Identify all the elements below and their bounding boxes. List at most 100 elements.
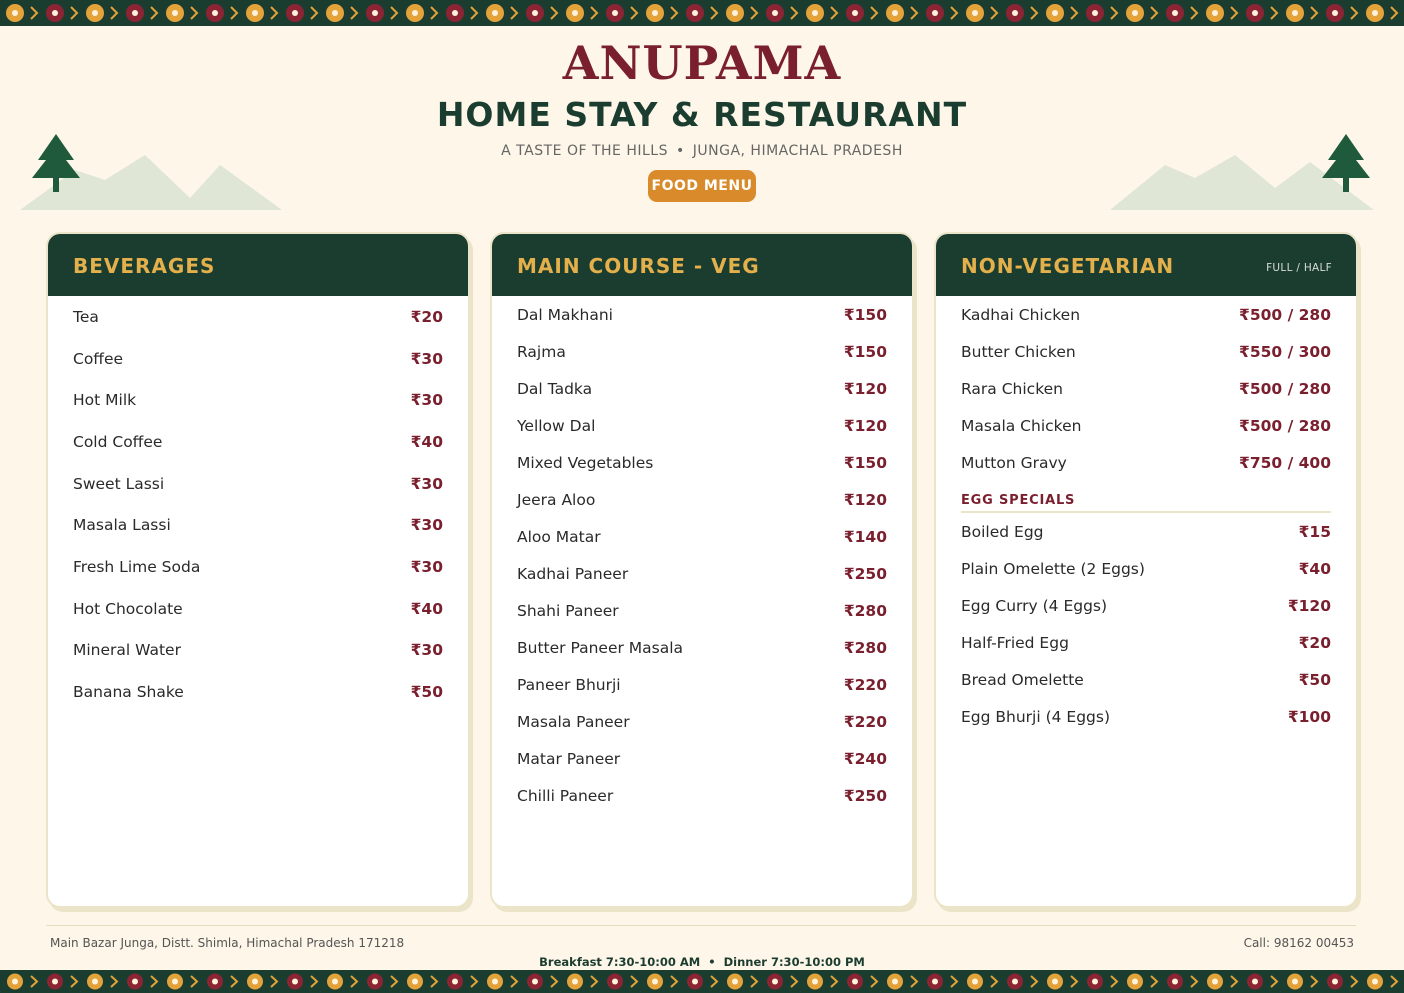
veg-list: Dal Makhani ₹150 Rajma ₹150 Dal Tadka ₹120 Yel…: [492, 296, 912, 814]
menu-item-price: ₹50: [410, 683, 443, 702]
menu-item: Cold Coffee ₹40: [73, 421, 443, 463]
menu-item: Hot Milk ₹30: [73, 379, 443, 421]
menu-item-price: ₹120: [843, 490, 887, 509]
hours-separator: •: [708, 955, 716, 969]
menu-item-name: Hot Chocolate: [73, 599, 183, 618]
menu-item: Masala Chicken ₹500 / 280: [961, 407, 1331, 444]
menu-item: Aloo Matar ₹140: [517, 518, 887, 555]
menu-item: Tea ₹20: [73, 296, 443, 338]
footer-address: Main Bazar Junga, Distt. Shimla, Himacha…: [50, 936, 405, 950]
menu-item: Half-Fried Egg ₹20: [961, 624, 1331, 661]
menu-item-name: Kadhai Chicken: [961, 305, 1081, 324]
menu-item-name: Boiled Egg: [961, 522, 1044, 541]
opening-hours: Breakfast 7:30-10:00 AM • Dinner 7:30-10:0…: [0, 955, 1404, 969]
menu-item-name: Coffee: [73, 349, 124, 368]
menu-item-name: Butter Chicken: [961, 342, 1076, 361]
menu-item-price: ₹30: [410, 474, 443, 493]
menu-item: Mineral Water ₹30: [73, 630, 443, 672]
menu-item-name: Sweet Lassi: [73, 474, 165, 493]
menu-item: Butter Chicken ₹550 / 300: [961, 333, 1331, 370]
tagline-separator: •: [675, 143, 685, 159]
menu-item-price: ₹550 / 300: [1239, 342, 1331, 361]
nonveg-list: Kadhai Chicken ₹500 / 280 Butter Chicken ₹5…: [936, 296, 1356, 735]
bottom-pattern-border: [0, 970, 1404, 993]
mountain-tree-right-icon: [1110, 134, 1374, 210]
menu-item: Coffee ₹30: [73, 338, 443, 380]
menu-item-price: ₹30: [410, 641, 443, 660]
menu-item-price: ₹30: [410, 349, 443, 368]
menu-item: Dal Tadka ₹120: [517, 370, 887, 407]
mountain-tree-left-icon: [20, 134, 282, 210]
menu-item-price: ₹40: [1298, 559, 1331, 578]
menu-item-price: ₹120: [843, 379, 887, 398]
menu-item-name: Jeera Aloo: [517, 490, 596, 509]
dinner-hours: Dinner 7:30-10:00 PM: [723, 955, 865, 969]
footer-divider: [46, 925, 1356, 926]
menu-item: Paneer Bhurji ₹220: [517, 666, 887, 703]
menu-item-name: Egg Bhurji (4 Eggs): [961, 707, 1111, 726]
menu-item-price: ₹20: [410, 307, 443, 326]
tagline-left: A TASTE OF THE HILLS: [501, 143, 668, 159]
menu-item-name: Dal Makhani: [517, 305, 613, 324]
veg-title: MAIN COURSE - VEG: [517, 254, 760, 278]
menu-item-name: Kadhai Paneer: [517, 564, 629, 583]
menu-item-price: ₹40: [410, 432, 443, 451]
menu-item-name: Rajma: [517, 342, 566, 361]
menu-item-name: Dal Tadka: [517, 379, 593, 398]
breakfast-hours: Breakfast 7:30-10:00 AM: [539, 955, 701, 969]
menu-item-price: ₹240: [843, 749, 887, 768]
egg-specials-heading: EGG SPECIALS: [961, 493, 1331, 513]
menu-item-price: ₹150: [843, 453, 887, 472]
menu-item: Dal Makhani ₹150: [517, 296, 887, 333]
menu-item: Rara Chicken ₹500 / 280: [961, 370, 1331, 407]
beverages-title: BEVERAGES: [73, 254, 216, 278]
menu-item-price: ₹220: [843, 712, 887, 731]
menu-item-name: Masala Lassi: [73, 516, 171, 535]
menu-item-price: ₹40: [410, 599, 443, 618]
menu-item-price: ₹220: [843, 675, 887, 694]
menu-item: Banana Shake ₹50: [73, 671, 443, 713]
menu-item: Hot Chocolate ₹40: [73, 588, 443, 630]
menu-item: Kadhai Chicken ₹500 / 280: [961, 296, 1331, 333]
menu-item-name: Half-Fried Egg: [961, 633, 1069, 652]
menu-item: Mixed Vegetables ₹150: [517, 444, 887, 481]
nonveg-title: NON-VEGETARIAN: [961, 254, 1175, 278]
menu-item: Mutton Gravy ₹750 / 400: [961, 444, 1331, 481]
menu-item-price: ₹50: [1298, 670, 1331, 689]
top-pattern-border: [0, 0, 1404, 26]
menu-item-price: ₹280: [843, 601, 887, 620]
menu-item-name: Butter Paneer Masala: [517, 638, 684, 657]
menu-item-name: Mixed Vegetables: [517, 453, 654, 472]
menu-item-name: Mineral Water: [73, 641, 181, 660]
menu-item: Egg Curry (4 Eggs) ₹120: [961, 587, 1331, 624]
menu-item: Masala Paneer ₹220: [517, 703, 887, 740]
menu-item: Plain Omelette (2 Eggs) ₹40: [961, 550, 1331, 587]
menu-item-name: Fresh Lime Soda: [73, 557, 201, 576]
veg-card: MAIN COURSE - VEG Dal Makhani ₹150 Rajma ₹1…: [490, 232, 914, 908]
menu-item-price: ₹120: [843, 416, 887, 435]
menu-item: Matar Paneer ₹240: [517, 740, 887, 777]
nonveg-card: NON-VEGETARIAN FULL / HALF Kadhai Chicke…: [934, 232, 1358, 908]
menu-item-name: Cold Coffee: [73, 432, 163, 451]
menu-item: Yellow Dal ₹120: [517, 407, 887, 444]
menu-item-name: Mutton Gravy: [961, 453, 1067, 472]
menu-item: Boiled Egg ₹15: [961, 513, 1331, 550]
beverages-list: Tea ₹20 Coffee ₹30 Hot Milk ₹30 Cold Coffee ₹40…: [48, 296, 468, 713]
menu-item-name: Paneer Bhurji: [517, 675, 621, 694]
menu-item-price: ₹150: [843, 342, 887, 361]
menu-item: Fresh Lime Soda ₹30: [73, 546, 443, 588]
menu-item: Chilli Paneer ₹250: [517, 777, 887, 814]
menu-item-price: ₹250: [843, 564, 887, 583]
menu-item-price: ₹30: [410, 516, 443, 535]
menu-item-price: ₹100: [1287, 707, 1331, 726]
footer-phone: Call: 98162 00453: [1243, 936, 1354, 950]
menu-item-price: ₹30: [410, 391, 443, 410]
menu-item: Egg Bhurji (4 Eggs) ₹100: [961, 698, 1331, 735]
menu-item-name: Chilli Paneer: [517, 786, 614, 805]
menu-item-price: ₹140: [843, 527, 887, 546]
menu-item-price: ₹120: [1287, 596, 1331, 615]
menu-item: Butter Paneer Masala ₹280: [517, 629, 887, 666]
menu-item-name: Tea: [73, 307, 99, 326]
menu-item-price: ₹500 / 280: [1239, 379, 1331, 398]
full-half-note: FULL / HALF: [1266, 262, 1332, 274]
